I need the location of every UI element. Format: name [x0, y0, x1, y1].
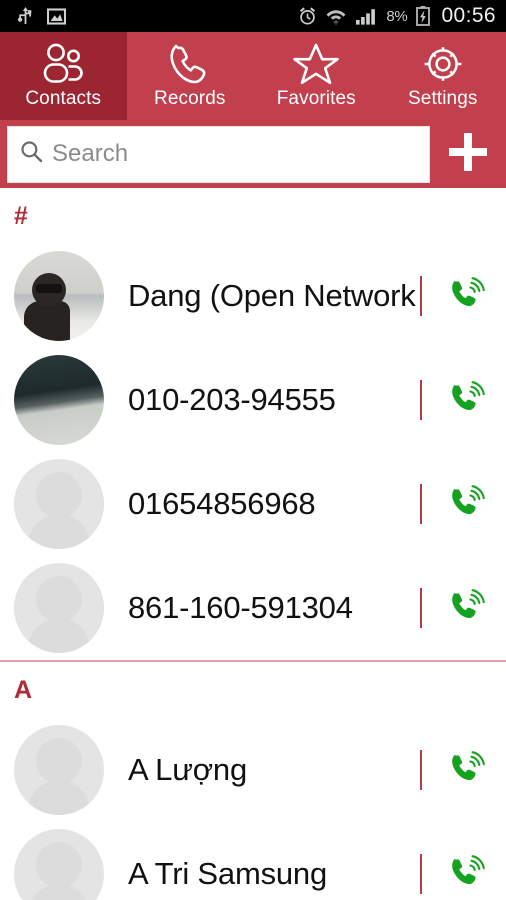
wifi-icon — [326, 9, 346, 26]
row-divider — [420, 750, 422, 790]
status-bar-right-icons: 8% 00:56 — [298, 4, 496, 28]
tab-favorites-label: Favorites — [276, 88, 356, 109]
row-divider — [420, 484, 422, 524]
contact-name: A Lượng — [128, 752, 247, 787]
contact-row[interactable]: A Tri Samsung — [0, 822, 506, 900]
avatar — [14, 563, 104, 653]
row-divider — [420, 380, 422, 420]
contact-row[interactable]: A Lượng — [0, 718, 506, 822]
signal-bars-icon — [356, 8, 376, 25]
avatar — [14, 459, 104, 549]
tab-contacts[interactable]: Contacts — [0, 32, 127, 120]
phone-handset-icon — [166, 41, 214, 87]
call-button[interactable] — [440, 748, 492, 793]
contact-name: Dang (Open Network — [128, 278, 416, 313]
main-tab-bar: Contacts Records Favorites Settings — [0, 32, 506, 120]
search-box[interactable] — [7, 125, 430, 183]
contact-name: 010-203-94555 — [128, 382, 336, 417]
call-icon — [446, 852, 486, 897]
call-button[interactable] — [440, 586, 492, 631]
plus-icon — [445, 129, 491, 180]
star-icon — [292, 41, 340, 87]
contact-row[interactable]: 861-160-591304 — [0, 556, 506, 660]
contact-name: 861-160-591304 — [128, 590, 353, 625]
contact-name: 01654856968 — [128, 486, 316, 521]
screenshot-image-icon — [47, 7, 66, 25]
avatar — [14, 355, 104, 445]
call-button[interactable] — [440, 482, 492, 527]
tab-settings[interactable]: Settings — [380, 32, 506, 120]
tab-records[interactable]: Records — [127, 32, 254, 120]
tab-contacts-label: Contacts — [25, 88, 102, 109]
contact-row[interactable]: 01654856968 — [0, 452, 506, 556]
call-icon — [446, 274, 486, 319]
section-letter: # — [14, 201, 28, 230]
status-bar-left-icons — [18, 6, 66, 26]
call-icon — [446, 586, 486, 631]
contact-row[interactable]: Dang (Open Network — [0, 244, 506, 348]
contact-row[interactable]: 010-203-94555 — [0, 348, 506, 452]
section-header-hash: # — [0, 188, 506, 244]
search-icon — [20, 140, 43, 168]
call-button[interactable] — [440, 852, 492, 897]
battery-percent-label: 8% — [386, 7, 408, 25]
contact-list[interactable]: # Dang (Open Network 010-203-94555 01654… — [0, 188, 506, 900]
contacts-people-icon — [36, 41, 90, 87]
usb-icon — [18, 6, 32, 24]
clock-label: 00:56 — [441, 4, 496, 27]
contact-name: A Tri Samsung — [128, 856, 327, 891]
avatar — [14, 725, 104, 815]
alarm-icon — [300, 6, 316, 25]
tab-settings-label: Settings — [408, 88, 478, 109]
gear-icon — [420, 41, 466, 87]
search-bar — [0, 120, 506, 188]
call-icon — [446, 482, 486, 527]
add-contact-button[interactable] — [430, 120, 506, 188]
call-icon — [446, 748, 486, 793]
tab-favorites[interactable]: Favorites — [253, 32, 380, 120]
section-header-a: A — [0, 662, 506, 718]
battery-charging-icon — [416, 6, 431, 26]
section-letter: A — [14, 675, 33, 704]
search-input[interactable] — [52, 140, 417, 168]
tab-records-label: Records — [154, 88, 226, 109]
avatar — [14, 829, 104, 900]
avatar — [14, 251, 104, 341]
call-button[interactable] — [440, 274, 492, 319]
status-bar: 8% 00:56 — [0, 0, 506, 32]
row-divider — [420, 276, 422, 316]
call-icon — [446, 378, 486, 423]
row-divider — [420, 854, 422, 894]
call-button[interactable] — [440, 378, 492, 423]
row-divider — [420, 588, 422, 628]
